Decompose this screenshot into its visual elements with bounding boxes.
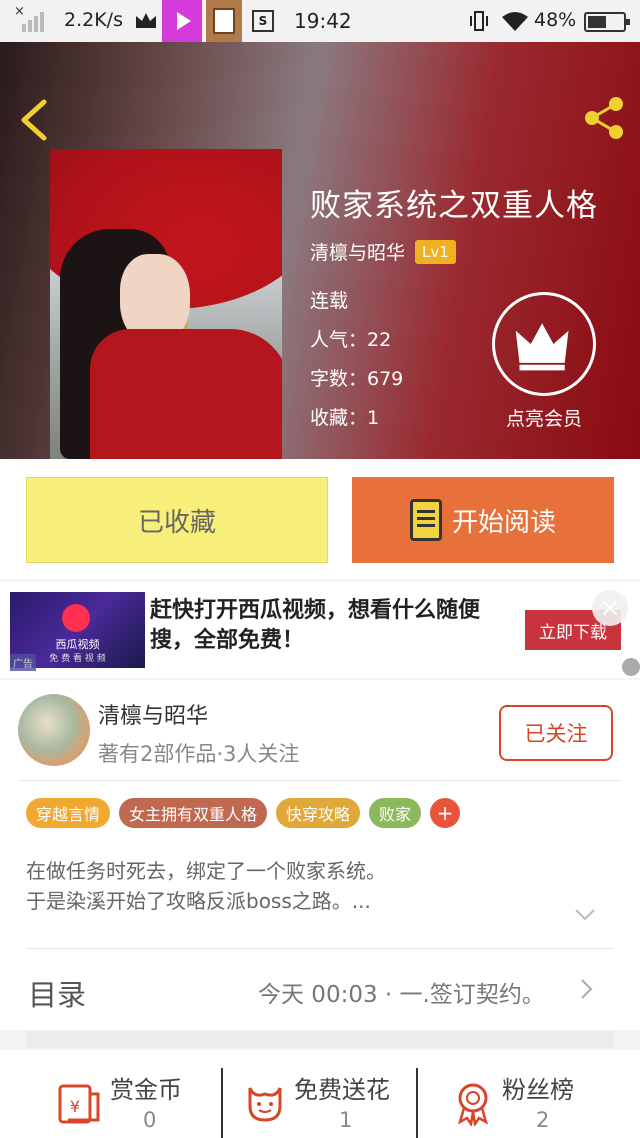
- reward-coins-item[interactable]: ¥ 赏金币 0: [0, 1050, 220, 1138]
- video-app-icon: [162, 0, 202, 42]
- clock: 19:42: [294, 9, 352, 33]
- book-icon: [409, 499, 442, 541]
- author-line: 清檩与昭华 Lv1: [310, 238, 456, 265]
- flower-icon: [248, 1087, 282, 1122]
- author-name[interactable]: 清檩与昭华: [310, 238, 405, 265]
- collected-button[interactable]: 已收藏: [26, 477, 328, 563]
- crown-icon: [136, 13, 156, 28]
- tag-item[interactable]: 快穿攻略: [276, 798, 361, 828]
- book-status: 连载: [310, 290, 349, 312]
- vip-label[interactable]: 点亮会员: [486, 404, 602, 431]
- xigua-logo-icon: [62, 604, 90, 632]
- tag-item[interactable]: 穿越言情: [26, 798, 111, 828]
- follow-button[interactable]: 已关注: [499, 705, 613, 761]
- send-flower-item[interactable]: 免费送花 1: [222, 1050, 416, 1138]
- book-title: 败家系统之双重人格: [310, 188, 598, 224]
- book-word-count: 字数：679: [310, 368, 404, 390]
- divider: [18, 780, 622, 781]
- s-app-icon: S: [252, 10, 274, 32]
- add-tag-button[interactable]: +: [430, 798, 461, 828]
- start-reading-label: 开始阅读: [451, 507, 556, 538]
- network-speed: 2.2K/s: [64, 9, 123, 31]
- crown-icon: [515, 323, 569, 371]
- fans-value: 2: [536, 1108, 550, 1132]
- back-arrow-icon[interactable]: [16, 98, 52, 142]
- ad-text[interactable]: 赶快打开西瓜视频，想看什么随便搜，全部免费！: [150, 596, 490, 656]
- reward-label: 赏金币: [110, 1076, 182, 1104]
- battery-percent: 48%: [534, 9, 577, 31]
- close-icon[interactable]: [592, 590, 628, 626]
- synopsis-line: 在做任务时死去，绑定了一个败家系统。: [26, 859, 386, 883]
- wifi-icon: [502, 12, 528, 31]
- vip-crown-button[interactable]: [492, 292, 596, 396]
- ad-tag: 广告: [10, 654, 36, 671]
- book-popularity: 人气：22: [310, 329, 392, 351]
- bottom-stats-bar: ¥ 赏金币 0 免费送花 1 粉丝榜 2: [0, 1050, 640, 1138]
- book-header: 败家系统之双重人格 清檩与昭华 Lv1 连载 人气：22 字数：679 收藏：1…: [0, 42, 640, 459]
- chevron-right-icon[interactable]: [580, 978, 594, 1000]
- book-detail-card: 清檩与昭华 著有2部作品·3人关注 已关注 穿越言情 女主拥有双重人格 快穿攻略…: [0, 680, 640, 1030]
- book-cover-image[interactable]: [50, 149, 282, 459]
- flower-label: 免费送花: [294, 1076, 390, 1104]
- notebook-app-icon: [206, 0, 242, 42]
- action-bar: 已收藏 开始阅读: [0, 459, 640, 579]
- latest-chapter[interactable]: 今天 00:03 · 一.签订契约。: [258, 975, 545, 1009]
- synopsis-line: 于是染溪开始了攻略反派boss之路。...: [26, 889, 371, 913]
- flower-value: 1: [339, 1108, 353, 1132]
- ad-brand: 西瓜视频: [55, 638, 100, 651]
- battery-icon: [584, 12, 630, 32]
- fans-label: 粉丝榜: [502, 1076, 574, 1104]
- ad-banner[interactable]: 西瓜视频 免 费 看 视 频 广告 赶快打开西瓜视频，想看什么随便搜，全部免费！…: [0, 582, 640, 678]
- chevron-down-icon[interactable]: [574, 908, 596, 922]
- vibrate-icon: [470, 11, 488, 31]
- tag-item[interactable]: 女主拥有双重人格: [119, 798, 268, 828]
- section-separator: [26, 1030, 614, 1048]
- writer-name[interactable]: 清檩与昭华: [98, 698, 208, 730]
- tag-list: 穿越言情 女主拥有双重人格 快穿攻略 败家 +: [26, 798, 469, 828]
- synopsis[interactable]: 在做任务时死去，绑定了一个败家系统。 于是染溪开始了攻略反派boss之路。...: [26, 856, 606, 916]
- medal-icon: [457, 1083, 489, 1126]
- tag-item[interactable]: 败家: [369, 798, 422, 828]
- red-envelope-icon: ¥: [58, 1084, 100, 1124]
- share-icon[interactable]: [580, 94, 628, 142]
- level-badge: Lv1: [415, 239, 456, 264]
- toc-label[interactable]: 目录: [28, 972, 86, 1014]
- writer-stats: 著有2部作品·3人关注: [98, 742, 300, 766]
- fans-rank-item[interactable]: 粉丝榜 2: [418, 1050, 640, 1138]
- signal-x-icon: ×: [14, 4, 50, 32]
- avatar[interactable]: [18, 694, 90, 766]
- ad-info-icon[interactable]: [622, 658, 640, 676]
- reward-value: 0: [143, 1108, 157, 1132]
- divider: [26, 948, 614, 949]
- book-favorites: 收藏：1: [310, 407, 380, 429]
- start-reading-button[interactable]: 开始阅读: [352, 477, 614, 563]
- svg-text:¥: ¥: [70, 1097, 80, 1116]
- status-bar: × 2.2K/s S 19:42 48%: [0, 0, 640, 42]
